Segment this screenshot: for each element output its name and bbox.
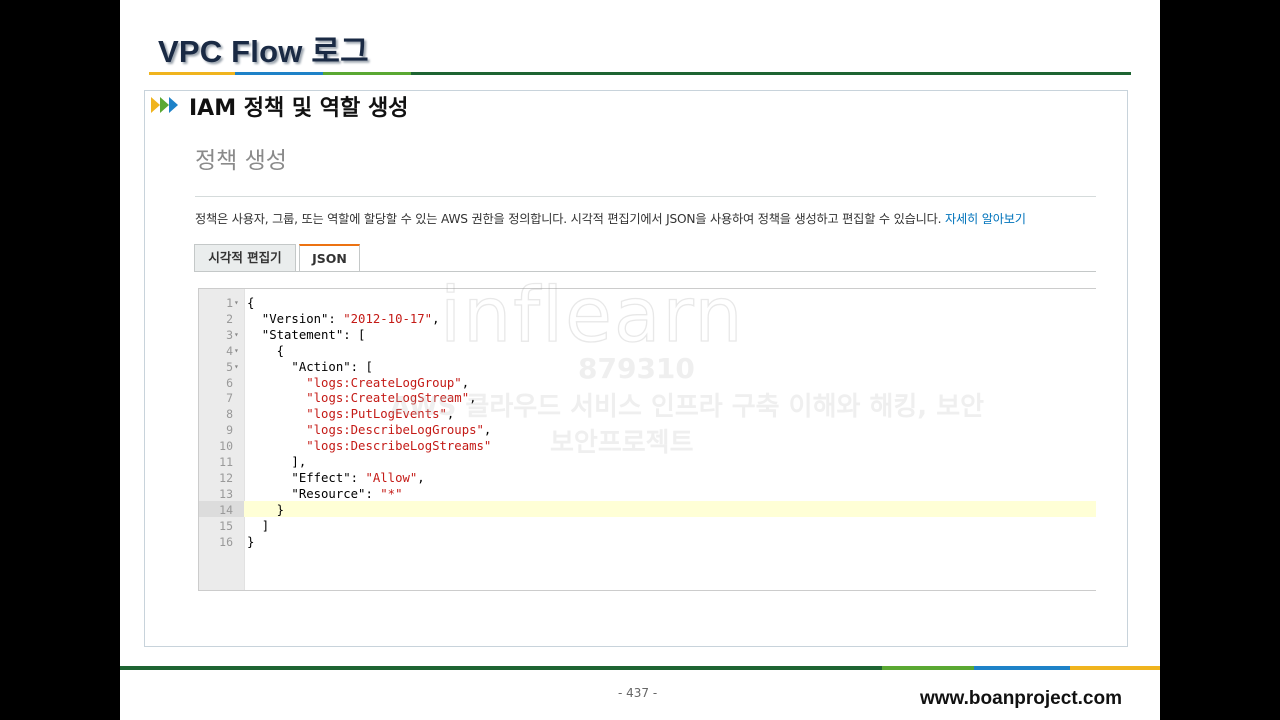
code-line[interactable]: 10 "logs:DescribeLogStreams" (199, 438, 1096, 454)
code-string: "logs:PutLogEvents" (306, 407, 447, 422)
code-key: "Resource": (247, 486, 381, 501)
line-number: 9 (226, 423, 233, 438)
line-number: 3 (226, 327, 233, 342)
code-line[interactable]: 2 "Version": "2012-10-17", (199, 311, 1096, 327)
code-string: "Allow" (365, 470, 418, 485)
code-key: "Effect": (247, 470, 366, 485)
line-number: 4 (226, 343, 233, 358)
code-punctuation: , (461, 375, 470, 390)
line-number: 5 (226, 359, 233, 374)
code-text: } (247, 534, 254, 550)
code-text: "logs:PutLogEvents", (247, 406, 454, 422)
tab-json[interactable]: JSON (299, 244, 360, 272)
code-token: "Action": [ (247, 359, 373, 374)
line-number: 16 (219, 534, 233, 549)
policy-description: 정책은 사용자, 그룹, 또는 역할에 할당할 수 있는 AWS 권한을 정의합… (195, 209, 1026, 227)
code-text: "logs:CreateLogStream", (247, 390, 477, 406)
line-number: 14 (219, 502, 233, 517)
code-token: } (247, 502, 285, 517)
code-line[interactable]: 11 ], (199, 454, 1096, 470)
code-punctuation: , (446, 407, 455, 422)
code-line[interactable]: 13 "Resource": "*" (199, 486, 1096, 502)
code-text: { (247, 295, 254, 311)
code-punctuation: , (483, 423, 492, 438)
page-number: - 437 - (618, 686, 658, 700)
line-number: 10 (219, 439, 233, 454)
code-token: { (247, 343, 285, 358)
code-string: "logs:DescribeLogGroups" (306, 423, 484, 438)
code-key (247, 439, 306, 453)
line-number: 6 (226, 375, 233, 390)
line-number: 7 (226, 391, 233, 406)
code-line[interactable]: 8 "logs:PutLogEvents", (199, 406, 1096, 422)
code-string: "logs:CreateLogStream" (306, 391, 470, 406)
footer-divider (120, 666, 1160, 670)
code-text: "Resource": "*" (247, 486, 402, 502)
page-heading: 정책 생성 (195, 148, 287, 174)
code-punctuation: , (432, 311, 440, 326)
slide: VPC Flow 로그 IAM 정책 및 역할 생성 정책 생성 정책은 사용자… (120, 0, 1160, 720)
code-text: ], (247, 454, 306, 470)
code-text: "Statement": [ (247, 327, 366, 343)
fold-arrow-icon[interactable]: ▾ (234, 359, 242, 375)
line-number: 12 (219, 470, 233, 485)
slide-title: VPC Flow 로그 (158, 34, 369, 69)
line-number: 13 (219, 486, 233, 501)
json-editor[interactable]: 1 ▾{2 "Version": "2012-10-17", 3 ▾ "Stateme… (198, 288, 1096, 591)
line-number: 8 (226, 407, 233, 422)
code-line[interactable]: 5 ▾ "Action": [ (199, 359, 1096, 375)
code-token: ] (247, 518, 270, 533)
code-key (247, 391, 306, 405)
code-text: { (247, 343, 284, 359)
code-text: "logs:CreateLogGroup", (247, 375, 469, 391)
code-key: "Version": (247, 311, 344, 326)
fold-arrow-icon[interactable]: ▾ (234, 343, 242, 359)
code-key (247, 407, 306, 421)
tabs-divider (194, 271, 1096, 272)
code-line[interactable]: 1 ▾ { (199, 295, 1096, 311)
heading-divider (195, 196, 1096, 197)
code-punctuation: , (417, 470, 425, 485)
code-line[interactable]: 15 ] (199, 518, 1096, 534)
line-number: 11 (219, 455, 233, 469)
code-key (247, 376, 306, 390)
code-line[interactable]: 12 "Effect": "Allow", (199, 470, 1096, 486)
site-url: www.boanproject.com (920, 688, 1122, 709)
code-token: "Statement": [ (247, 327, 366, 342)
code-token: ], (247, 455, 307, 469)
code-token: { (247, 296, 255, 310)
code-string: "logs:CreateLogGroup" (306, 375, 462, 390)
code-token: } (247, 534, 255, 549)
code-text: "Action": [ (247, 359, 373, 375)
code-key (247, 423, 306, 437)
code-text: "logs:DescribeLogStreams" (247, 438, 491, 454)
code-string: "2012-10-17" (343, 311, 433, 326)
line-number: 15 (219, 518, 233, 533)
fold-arrow-icon[interactable]: ▾ (234, 295, 242, 311)
code-text: "Effect": "Allow", (247, 470, 425, 486)
code-text: ] (247, 518, 269, 534)
line-number: 1 (226, 296, 233, 310)
code-string: "*" (380, 486, 403, 501)
description-text: 정책은 사용자, 그룹, 또는 역할에 할당할 수 있는 AWS 권한을 정의합… (195, 212, 942, 226)
title-divider (149, 72, 1131, 75)
code-line[interactable]: 3 ▾ "Statement": [ (199, 327, 1096, 343)
code-text: "logs:DescribeLogGroups", (247, 422, 491, 438)
section-arrow-icon (151, 97, 179, 114)
section-heading: IAM 정책 및 역할 생성 (189, 96, 409, 121)
line-number: 2 (226, 311, 233, 326)
code-line[interactable]: 4 ▾ { (199, 343, 1096, 359)
learn-more-link[interactable]: 자세히 알아보기 (945, 212, 1026, 226)
code-line[interactable]: 9 "logs:DescribeLogGroups", (199, 422, 1096, 438)
code-line[interactable]: 14 } (199, 502, 1096, 518)
code-text: } (247, 502, 284, 518)
code-punctuation: , (469, 391, 477, 406)
code-line[interactable]: 16} (199, 534, 1096, 550)
code-text: "Version": "2012-10-17", (247, 311, 440, 327)
code-line[interactable]: 6 "logs:CreateLogGroup", (199, 375, 1096, 391)
code-string: "logs:DescribeLogStreams" (306, 439, 492, 454)
tab-visual-editor[interactable]: 시각적 편집기 (194, 244, 296, 272)
fold-arrow-icon[interactable]: ▾ (234, 327, 242, 343)
code-line[interactable]: 7 "logs:CreateLogStream", (199, 390, 1096, 406)
